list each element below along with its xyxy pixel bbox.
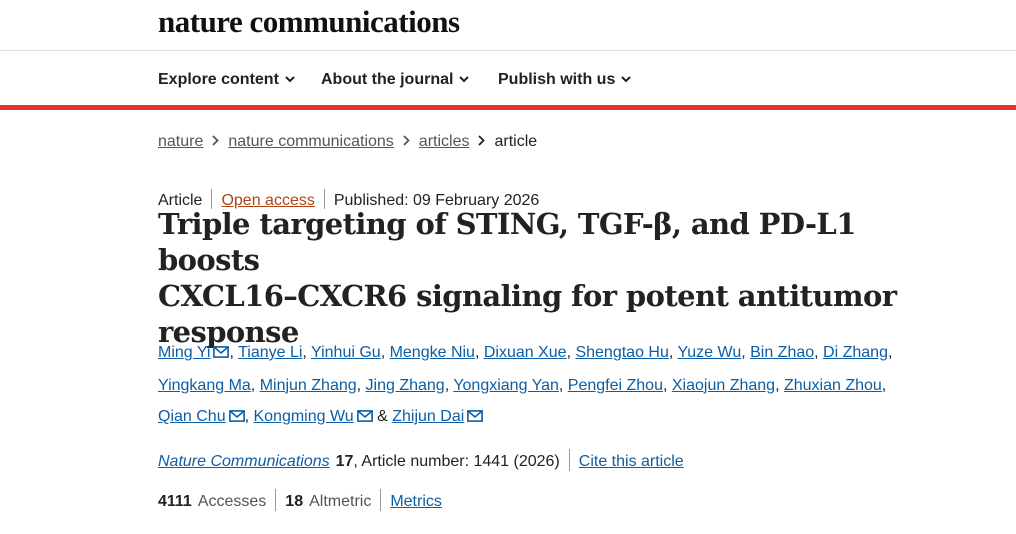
author-separator: , bbox=[662, 376, 672, 394]
nav-label: Explore content bbox=[158, 71, 279, 88]
author-separator: , bbox=[229, 344, 239, 361]
author-link[interactable]: Yingkang Ma bbox=[158, 377, 251, 394]
author-link[interactable]: Zhijun Dai bbox=[392, 408, 464, 425]
chevron-right-icon bbox=[212, 133, 220, 151]
journal-link[interactable]: Nature Communications bbox=[158, 453, 330, 470]
citation-line: Nature Communications 17, Article number:… bbox=[158, 449, 684, 471]
accesses-count: 4111 bbox=[158, 493, 192, 510]
author-separator: & bbox=[372, 408, 393, 425]
mail-icon[interactable] bbox=[467, 402, 484, 434]
chevron-right-icon bbox=[403, 133, 410, 151]
breadcrumb-link-articles[interactable]: articles bbox=[419, 133, 470, 150]
author-separator: , bbox=[380, 344, 390, 361]
author-separator: , bbox=[250, 376, 260, 394]
author-separator: , bbox=[356, 376, 366, 394]
chevron-down-icon bbox=[459, 70, 470, 88]
author-separator: , bbox=[302, 344, 312, 361]
article-number: , Article number: 1441 (2026) bbox=[353, 453, 560, 470]
title-line: CXCL16–CXCR6 signaling for potent antitu… bbox=[158, 279, 897, 313]
breadcrumb-current: article bbox=[494, 133, 538, 150]
author-link[interactable]: Jing Zhang bbox=[366, 377, 445, 394]
site-header: nature communications bbox=[0, 0, 1016, 51]
author-link[interactable]: Yuze Wu bbox=[677, 344, 741, 361]
nav-explore-content[interactable]: Explore content bbox=[158, 70, 295, 89]
author-separator: , bbox=[814, 344, 824, 361]
divider bbox=[568, 449, 570, 471]
nav-accent-bar bbox=[0, 105, 1016, 110]
author-link[interactable]: Qian Chu bbox=[158, 408, 226, 425]
breadcrumb-link-nature[interactable]: nature bbox=[158, 133, 203, 150]
accesses-label: Accesses bbox=[197, 493, 267, 510]
mail-icon[interactable] bbox=[356, 402, 373, 434]
author-separator: , bbox=[775, 376, 784, 394]
mail-icon[interactable] bbox=[213, 338, 230, 370]
author-link[interactable]: Ming Yi bbox=[158, 344, 210, 361]
author-link[interactable]: Yinhui Gu bbox=[311, 344, 381, 361]
author-list: Ming Yi, Tianye Li, Yinhui Gu, Mengke Ni… bbox=[158, 337, 918, 434]
chevron-right-icon bbox=[478, 133, 486, 151]
author-link[interactable]: Yongxiang Yan bbox=[453, 377, 559, 394]
nav-label: About the journal bbox=[321, 71, 454, 88]
nav-label: Publish with us bbox=[498, 71, 616, 88]
author-link[interactable]: Shengtao Hu bbox=[575, 344, 668, 361]
divider bbox=[380, 489, 382, 511]
altmetric-label: Altmetric bbox=[309, 493, 372, 510]
author-link[interactable]: Pengfei Zhou bbox=[568, 377, 663, 394]
author-link[interactable]: Di Zhang bbox=[823, 344, 888, 361]
author-link[interactable]: Tianye Li bbox=[238, 344, 302, 361]
author-separator: , bbox=[474, 344, 484, 361]
author-link[interactable]: Dixuan Xue bbox=[484, 344, 567, 361]
author-separator: , bbox=[887, 344, 893, 361]
author-separator: , bbox=[558, 376, 568, 394]
title-line: Triple targeting of STING, TGF-β, and PD… bbox=[158, 207, 856, 277]
nav-publish-with-us[interactable]: Publish with us bbox=[498, 70, 632, 89]
breadcrumb: nature nature communications articles artic… bbox=[158, 133, 537, 151]
cite-this-article-link[interactable]: Cite this article bbox=[579, 453, 684, 470]
chevron-down-icon bbox=[285, 70, 295, 88]
article-title: Triple targeting of STING, TGF-β, and PD… bbox=[158, 206, 918, 350]
author-link[interactable]: Xiaojun Zhang bbox=[672, 377, 775, 394]
main-nav: Explore content About the journal Publis… bbox=[0, 51, 1016, 105]
author-link[interactable]: Zhuxian Zhou bbox=[784, 377, 882, 394]
chevron-down-icon bbox=[621, 70, 632, 88]
site-logo[interactable]: nature communications bbox=[158, 4, 460, 40]
nav-about-the-journal[interactable]: About the journal bbox=[321, 70, 470, 89]
author-link[interactable]: Minjun Zhang bbox=[260, 377, 357, 394]
divider bbox=[275, 489, 277, 511]
author-separator: , bbox=[881, 376, 887, 394]
author-link[interactable]: Mengke Niu bbox=[390, 344, 475, 361]
metrics-link[interactable]: Metrics bbox=[390, 493, 442, 510]
altmetric-count: 18 bbox=[285, 493, 304, 510]
mail-icon[interactable] bbox=[228, 402, 245, 434]
article-metrics: 4111 Accesses 18 Altmetric Metrics bbox=[158, 489, 442, 511]
journal-volume: 17 bbox=[335, 453, 354, 470]
breadcrumb-link-nature-communications[interactable]: nature communications bbox=[228, 133, 393, 150]
author-link[interactable]: Bin Zhao bbox=[750, 344, 814, 361]
author-link[interactable]: Kongming Wu bbox=[253, 408, 353, 425]
author-separator: , bbox=[741, 344, 751, 361]
